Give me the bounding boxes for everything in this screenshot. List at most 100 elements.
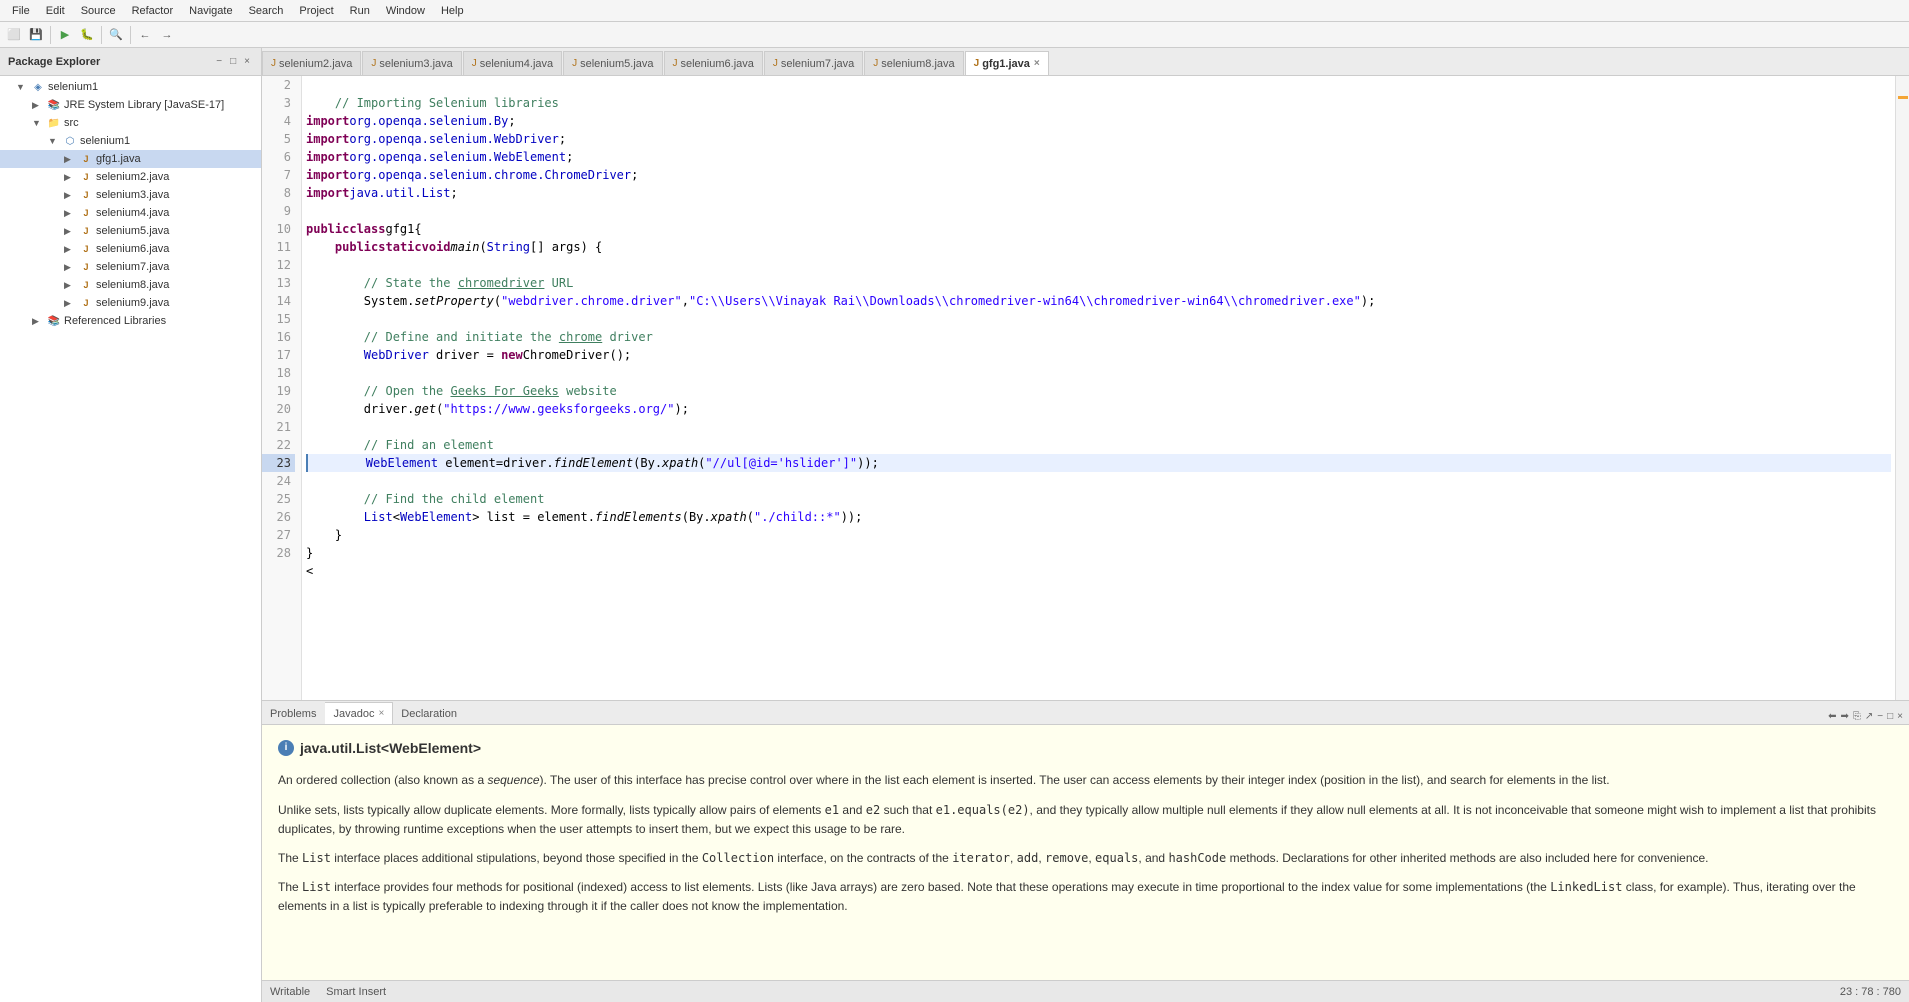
panel-min-btn[interactable]: − [213, 55, 225, 68]
tree-item-selenium6[interactable]: ▶ J selenium6.java [0, 240, 261, 258]
tab-label-gfg1: gfg1.java [982, 58, 1030, 70]
expand-arrow-selenium1[interactable]: ▼ [16, 82, 30, 92]
menu-navigate[interactable]: Navigate [181, 3, 240, 19]
status-insert-mode: Smart Insert [326, 986, 386, 998]
tab-javadoc[interactable]: Javadoc × [325, 702, 393, 724]
tree-item-selenium3[interactable]: ▶ J selenium3.java [0, 186, 261, 204]
menu-run[interactable]: Run [342, 3, 378, 19]
tab-gfg1[interactable]: J gfg1.java × [965, 51, 1049, 75]
tree-item-selenium7[interactable]: ▶ J selenium7.java [0, 258, 261, 276]
expand-arrow-jre[interactable]: ▶ [32, 100, 46, 111]
tab-label-selenium2: selenium2.java [279, 58, 352, 70]
tab-icon-s2: J [271, 58, 276, 69]
tab-close-gfg1[interactable]: × [1034, 58, 1040, 69]
expand-arrow-pkg[interactable]: ▼ [48, 136, 62, 146]
package-explorer-panel: Package Explorer − □ × ▼ ◈ selenium1 ▶ 📚 [0, 48, 262, 1002]
bottom-nav-forward[interactable]: ➡ [1838, 709, 1850, 724]
tree-label-selenium7: selenium7.java [96, 261, 169, 273]
panel-close-btn[interactable]: × [241, 55, 253, 68]
bottom-min-btn[interactable]: − [1875, 709, 1885, 724]
tab-selenium3[interactable]: J selenium3.java [362, 51, 461, 75]
code-area[interactable]: // Importing Selenium libraries import o… [302, 76, 1895, 700]
tree-item-gfg1[interactable]: ▶ J gfg1.java [0, 150, 261, 168]
tree-item-selenium9[interactable]: ▶ J selenium9.java [0, 294, 261, 312]
tree-item-selenium5[interactable]: ▶ J selenium5.java [0, 222, 261, 240]
search-btn[interactable]: 🔍 [106, 25, 126, 45]
menu-file[interactable]: File [4, 3, 38, 19]
menu-help[interactable]: Help [433, 3, 472, 19]
ln-7: 7 [262, 166, 295, 184]
menu-source[interactable]: Source [73, 3, 124, 19]
expand-arrow-selenium7[interactable]: ▶ [64, 262, 78, 273]
ln-21: 21 [262, 418, 295, 436]
javadoc-para-1: An ordered collection (also known as a s… [278, 771, 1893, 790]
run-btn[interactable]: ▶ [55, 25, 75, 45]
save-btn[interactable]: 💾 [26, 25, 46, 45]
tree-item-reflibs[interactable]: ▶ 📚 Referenced Libraries [0, 312, 261, 330]
bottom-nav-back[interactable]: ⬅ [1826, 709, 1838, 724]
menu-window[interactable]: Window [378, 3, 433, 19]
tab-problems[interactable]: Problems [262, 702, 325, 724]
package-icon: ⬡ [62, 133, 78, 149]
expand-arrow-gfg1[interactable]: ▶ [64, 154, 78, 165]
tree-item-pkg-selenium1[interactable]: ▼ ⬡ selenium1 [0, 132, 261, 150]
ln-26: 26 [262, 508, 295, 526]
debug-btn[interactable]: 🐛 [77, 25, 97, 45]
tree-item-src[interactable]: ▼ 📁 src [0, 114, 261, 132]
menu-search[interactable]: Search [241, 3, 292, 19]
panel-max-btn[interactable]: □ [227, 55, 239, 68]
ln-27: 27 [262, 526, 295, 544]
menu-project[interactable]: Project [291, 3, 341, 19]
javadoc-tab-close[interactable]: × [378, 708, 384, 719]
tab-selenium7[interactable]: J selenium7.java [764, 51, 863, 75]
ln-29 [262, 562, 295, 580]
tab-selenium5[interactable]: J selenium5.java [563, 51, 662, 75]
tree-label-gfg1: gfg1.java [96, 153, 141, 165]
expand-arrow-src[interactable]: ▼ [32, 118, 46, 128]
tab-icon-s4: J [472, 58, 477, 69]
tree-item-jre[interactable]: ▶ 📚 JRE System Library [JavaSE-17] [0, 96, 261, 114]
new-btn[interactable]: ⬜ [4, 25, 24, 45]
bottom-copy-btn[interactable]: ⎘ [1851, 709, 1863, 724]
expand-arrow-selenium5[interactable]: ▶ [64, 226, 78, 237]
problems-tab-label: Problems [270, 708, 316, 720]
tab-selenium8[interactable]: J selenium8.java [864, 51, 963, 75]
expand-arrow-selenium9[interactable]: ▶ [64, 298, 78, 309]
menu-edit[interactable]: Edit [38, 3, 73, 19]
java-file-icon-s5: J [78, 223, 94, 239]
reflibs-icon: 📚 [46, 313, 62, 329]
ln-20: 20 [262, 400, 295, 418]
bottom-max-btn[interactable]: □ [1885, 709, 1895, 724]
expand-arrow-reflibs[interactable]: ▶ [32, 316, 46, 327]
editor-area[interactable]: 2 3 4 5 6 7 8 9 10 11 12 13 14 15 16 17 [262, 76, 1909, 700]
menu-refactor[interactable]: Refactor [124, 3, 182, 19]
tab-declaration[interactable]: Declaration [393, 702, 466, 724]
editor-container: 2 3 4 5 6 7 8 9 10 11 12 13 14 15 16 17 [262, 76, 1909, 700]
back-btn[interactable]: ← [135, 25, 155, 45]
tab-selenium6[interactable]: J selenium6.java [664, 51, 763, 75]
tree-item-selenium2[interactable]: ▶ J selenium2.java [0, 168, 261, 186]
expand-arrow-selenium8[interactable]: ▶ [64, 280, 78, 291]
tree-label-selenium4: selenium4.java [96, 207, 169, 219]
expand-arrow-selenium4[interactable]: ▶ [64, 208, 78, 219]
expand-arrow-selenium2[interactable]: ▶ [64, 172, 78, 183]
code-line-23: WebElement element=driver.findElement(By… [306, 454, 1891, 472]
ln-4: 4 [262, 112, 295, 130]
tab-selenium2[interactable]: J selenium2.java [262, 51, 361, 75]
tab-selenium4[interactable]: J selenium4.java [463, 51, 562, 75]
tree-item-selenium1[interactable]: ▼ ◈ selenium1 [0, 78, 261, 96]
tree-label-selenium6: selenium6.java [96, 243, 169, 255]
tree-item-selenium4[interactable]: ▶ J selenium4.java [0, 204, 261, 222]
expand-arrow-selenium6[interactable]: ▶ [64, 244, 78, 255]
code-line-9 [306, 202, 1891, 220]
ln-22: 22 [262, 436, 295, 454]
tree-item-selenium8[interactable]: ▶ J selenium8.java [0, 276, 261, 294]
javadoc-title: i java.util.List<WebElement> [278, 737, 1893, 759]
javadoc-para-4: The List interface provides four methods… [278, 878, 1893, 916]
code-line-11: public static void main(String[] args) { [306, 238, 1891, 256]
forward-btn[interactable]: → [157, 25, 177, 45]
expand-arrow-selenium3[interactable]: ▶ [64, 190, 78, 201]
bottom-close-btn[interactable]: × [1895, 709, 1905, 724]
bottom-open-btn[interactable]: ↗ [1863, 709, 1875, 724]
ln-16: 16 [262, 328, 295, 346]
